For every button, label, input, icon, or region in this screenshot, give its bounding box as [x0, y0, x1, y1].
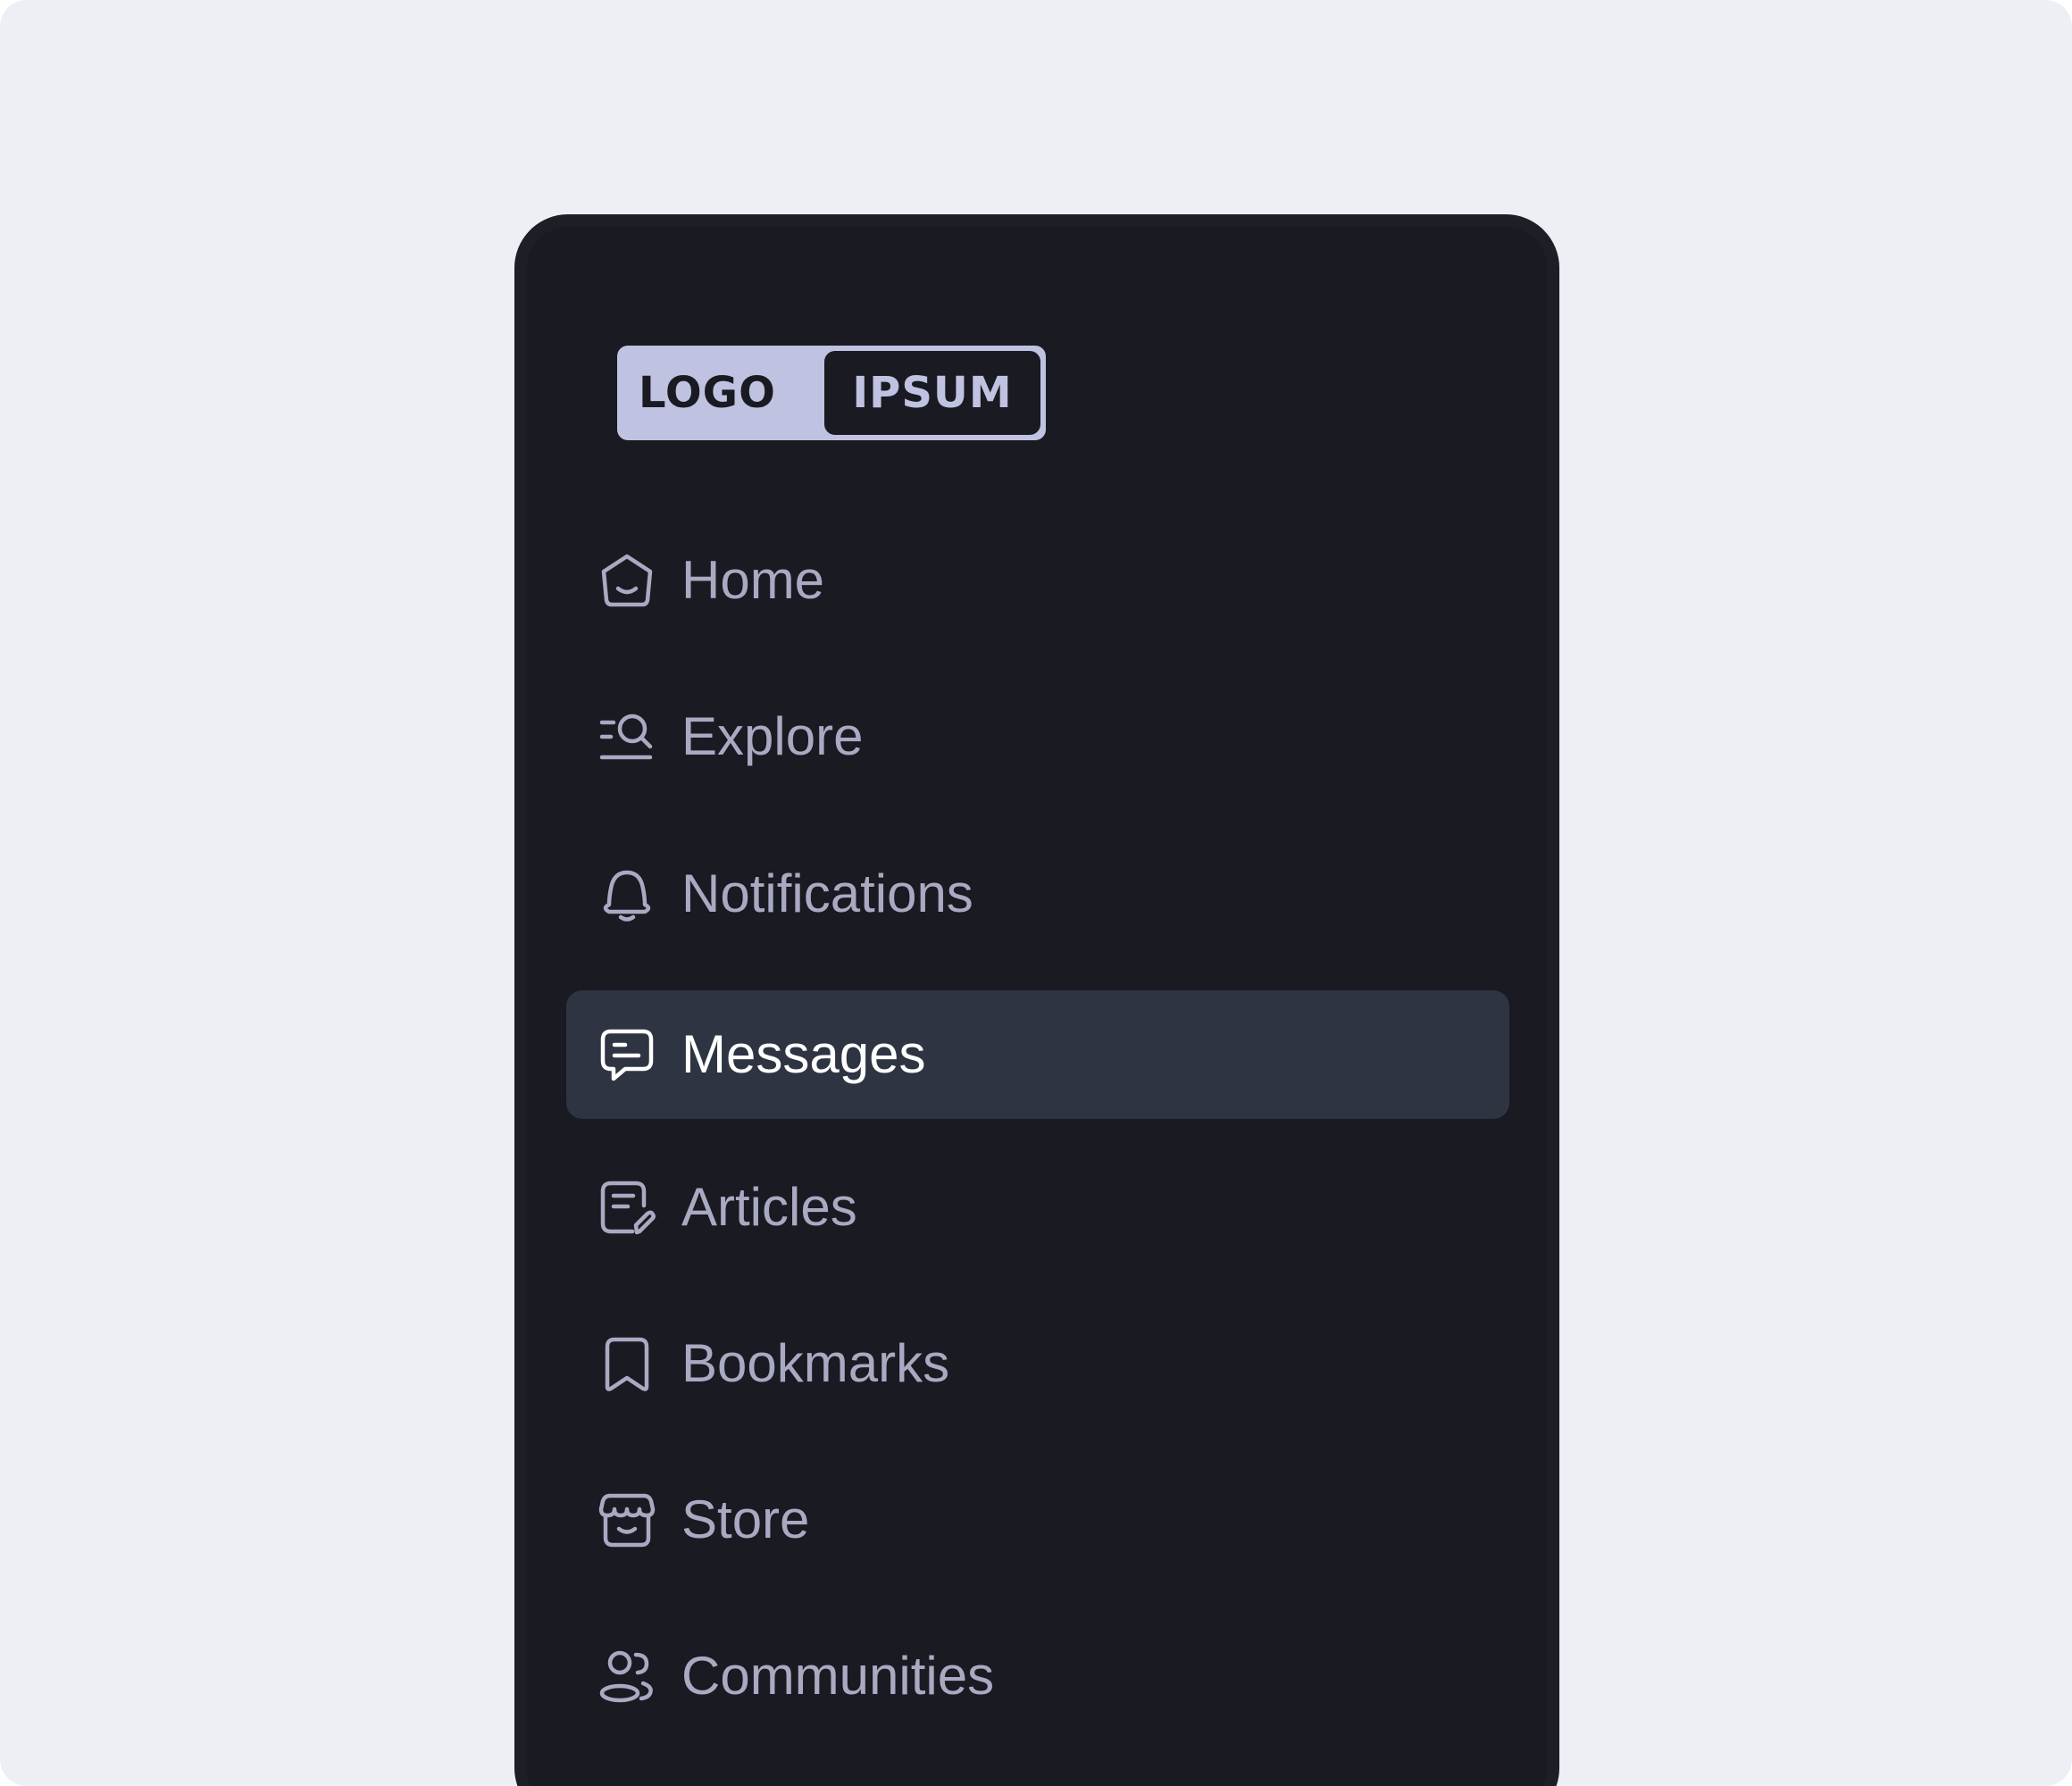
sidebar-item-label: Explore	[681, 706, 864, 766]
sidebar: LOGO IPSUM Home Explore Notifications Me…	[514, 214, 1559, 1786]
bookmark-icon	[598, 1335, 656, 1392]
sidebar-item-notifications[interactable]: Notifications	[566, 830, 1509, 958]
explore-icon	[598, 708, 656, 765]
sidebar-item-home[interactable]: Home	[566, 516, 1509, 645]
page-background: LOGO IPSUM Home Explore Notifications Me…	[0, 0, 2072, 1786]
article-edit-icon	[598, 1179, 656, 1236]
users-icon	[598, 1648, 656, 1705]
logo-text-left: LOGO	[639, 368, 776, 418]
sidebar-item-messages[interactable]: Messages	[566, 990, 1509, 1119]
sidebar-item-articles[interactable]: Articles	[566, 1143, 1509, 1272]
sidebar-item-label: Messages	[681, 1024, 926, 1084]
sidebar-item-store[interactable]: Store	[566, 1456, 1509, 1584]
sidebar-item-label: Home	[681, 550, 825, 610]
sidebar-item-label: Articles	[681, 1177, 857, 1237]
sidebar-item-label: Store	[681, 1490, 810, 1549]
sidebar-item-label: Bookmarks	[681, 1333, 950, 1393]
logo-text-right: IPSUM	[824, 351, 1040, 435]
store-icon	[598, 1491, 656, 1548]
sidebar-item-label: Notifications	[681, 864, 973, 923]
sidebar-item-explore[interactable]: Explore	[566, 672, 1509, 801]
sidebar-item-communities[interactable]: Communities	[566, 1612, 1509, 1740]
message-icon	[598, 1026, 656, 1083]
bell-icon	[598, 865, 656, 922]
sidebar-item-label: Communities	[681, 1646, 995, 1706]
home-icon	[598, 552, 656, 609]
sidebar-item-bookmarks[interactable]: Bookmarks	[566, 1299, 1509, 1428]
logo[interactable]: LOGO IPSUM	[617, 346, 1046, 440]
